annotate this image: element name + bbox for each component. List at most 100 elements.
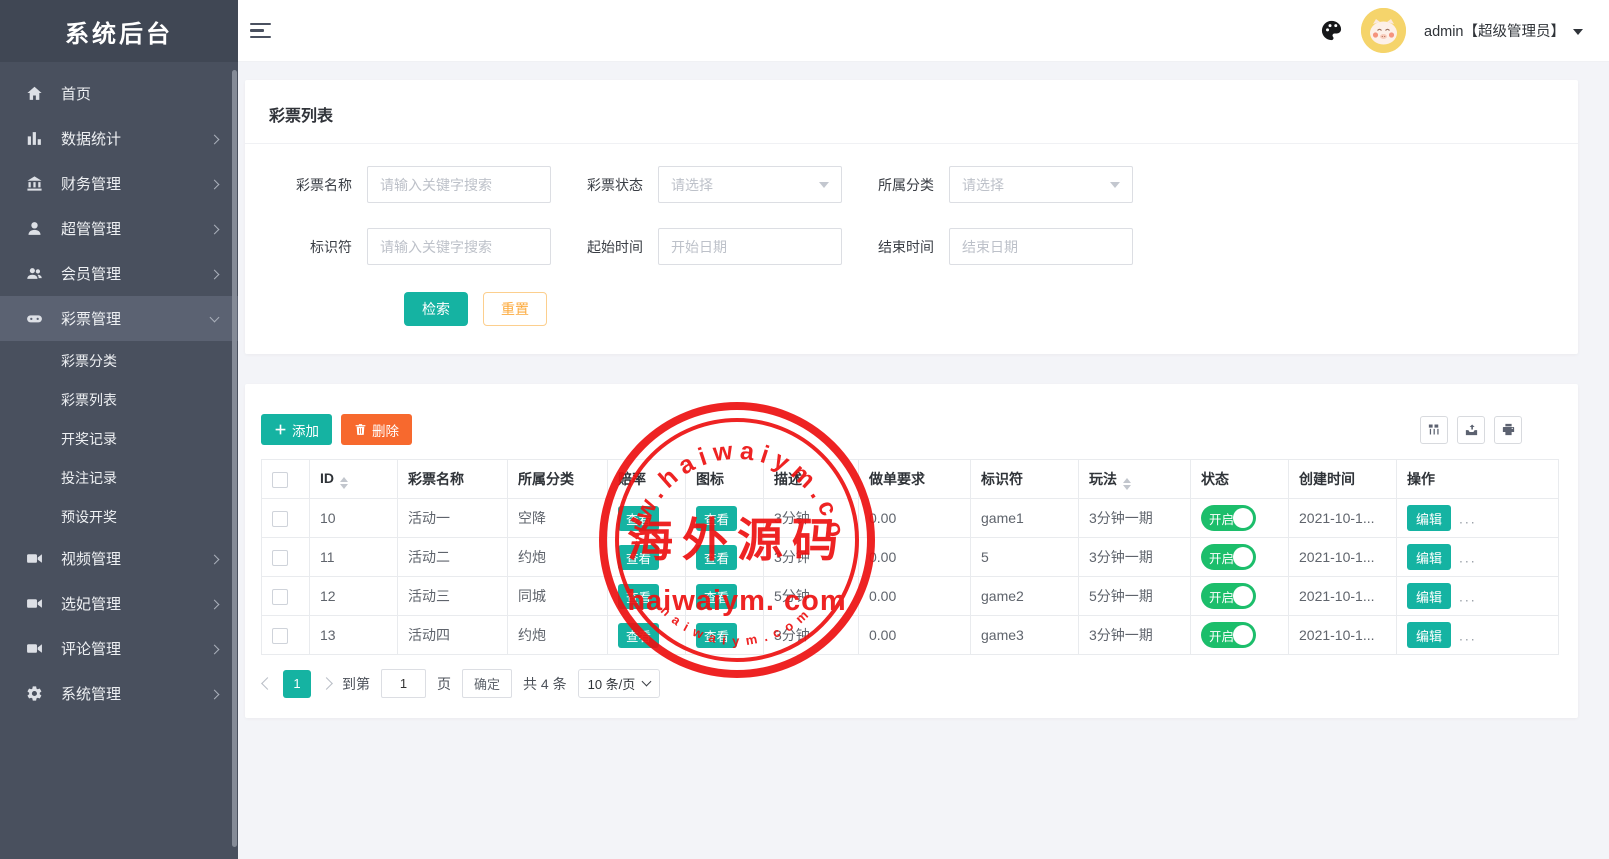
sidebar-item-lottery-list[interactable]: 彩票列表 bbox=[0, 380, 238, 419]
sidebar-item-preset-draw[interactable]: 预设开奖 bbox=[0, 497, 238, 536]
lottery-status-select[interactable]: 请选择 bbox=[658, 166, 842, 203]
video-camera-icon bbox=[24, 549, 44, 569]
user-avatar[interactable] bbox=[1361, 8, 1406, 53]
edit-button[interactable]: 编辑 bbox=[1407, 583, 1451, 609]
table-row: 11 活动二 约炮 查看 查看 3分钟 0.00 5 3分钟一期 开启 2021… bbox=[262, 538, 1559, 577]
page-number-button[interactable]: 1 bbox=[283, 670, 311, 698]
view-odds-button[interactable]: 查看 bbox=[618, 584, 659, 609]
jump-page-input[interactable] bbox=[381, 669, 426, 698]
sidebar-item-draw-records[interactable]: 开奖记录 bbox=[0, 419, 238, 458]
home-icon bbox=[24, 84, 44, 104]
col-requirement: 做单要求 bbox=[859, 460, 971, 499]
sort-icon bbox=[340, 477, 348, 489]
view-icon-button[interactable]: 查看 bbox=[696, 584, 737, 609]
theme-palette-button[interactable] bbox=[1320, 19, 1343, 42]
sidebar-item-finance[interactable]: 财务管理 bbox=[0, 161, 238, 206]
sidebar-item-members[interactable]: 会员管理 bbox=[0, 251, 238, 296]
table-card: 添加 删除 bbox=[245, 384, 1578, 718]
category-label: 所属分类 bbox=[864, 175, 934, 195]
col-identifier: 标识符 bbox=[971, 460, 1079, 499]
sidebar-item-bet-records[interactable]: 投注记录 bbox=[0, 458, 238, 497]
user-name: admin【超级管理员】 bbox=[1424, 20, 1565, 41]
col-id[interactable]: ID bbox=[310, 460, 398, 499]
select-all-checkbox[interactable] bbox=[272, 472, 288, 488]
prev-page-button[interactable] bbox=[261, 677, 274, 690]
chevron-right-icon bbox=[210, 224, 220, 234]
sidebar-scrollbar[interactable] bbox=[232, 70, 237, 847]
edit-button[interactable]: 编辑 bbox=[1407, 622, 1451, 648]
status-toggle[interactable]: 开启 bbox=[1201, 583, 1256, 609]
sidebar-item-lottery-category[interactable]: 彩票分类 bbox=[0, 341, 238, 380]
columns-icon bbox=[1427, 422, 1442, 437]
end-date-input[interactable] bbox=[949, 228, 1133, 265]
user-menu[interactable]: admin【超级管理员】 bbox=[1424, 20, 1583, 41]
search-button[interactable]: 检索 bbox=[404, 292, 468, 326]
table-header-row: ID 彩票名称 所属分类 赔率 图标 描述 做单要求 标识符 玩法 状态 创建时… bbox=[262, 460, 1559, 499]
view-icon-button[interactable]: 查看 bbox=[696, 623, 737, 648]
col-category: 所属分类 bbox=[508, 460, 608, 499]
reset-button[interactable]: 重置 bbox=[483, 292, 547, 326]
view-icon-button[interactable]: 查看 bbox=[696, 545, 737, 570]
video-camera-icon bbox=[24, 639, 44, 659]
next-page-button[interactable] bbox=[320, 677, 333, 690]
more-actions[interactable]: ... bbox=[1459, 511, 1477, 527]
status-toggle[interactable]: 开启 bbox=[1201, 505, 1256, 531]
sidebar-item-admins[interactable]: 超管管理 bbox=[0, 206, 238, 251]
sidebar-item-statistics[interactable]: 数据统计 bbox=[0, 116, 238, 161]
sidebar-item-concubine[interactable]: 选妃管理 bbox=[0, 581, 238, 626]
sidebar-item-video[interactable]: 视频管理 bbox=[0, 536, 238, 581]
delete-button[interactable]: 删除 bbox=[341, 414, 412, 445]
view-odds-button[interactable]: 查看 bbox=[618, 506, 659, 531]
row-checkbox[interactable] bbox=[272, 589, 288, 605]
select-caret-icon bbox=[819, 182, 829, 188]
sidebar-item-home[interactable]: 首页 bbox=[0, 71, 238, 116]
view-odds-button[interactable]: 查看 bbox=[618, 623, 659, 648]
more-actions[interactable]: ... bbox=[1459, 550, 1477, 566]
more-actions[interactable]: ... bbox=[1459, 589, 1477, 605]
category-select[interactable]: 请选择 bbox=[949, 166, 1133, 203]
edit-button[interactable]: 编辑 bbox=[1407, 505, 1451, 531]
status-toggle[interactable]: 开启 bbox=[1201, 544, 1256, 570]
row-checkbox[interactable] bbox=[272, 628, 288, 644]
identifier-input[interactable] bbox=[367, 228, 551, 265]
jump-confirm-button[interactable]: 确定 bbox=[462, 669, 512, 698]
row-checkbox[interactable] bbox=[272, 511, 288, 527]
print-button[interactable] bbox=[1494, 416, 1522, 444]
lottery-name-input[interactable] bbox=[367, 166, 551, 203]
lottery-submenu: 彩票分类 彩票列表 开奖记录 投注记录 预设开奖 bbox=[0, 341, 238, 536]
col-play[interactable]: 玩法 bbox=[1079, 460, 1191, 499]
chevron-right-icon bbox=[210, 689, 220, 699]
chevron-right-icon bbox=[210, 554, 220, 564]
edit-button[interactable]: 编辑 bbox=[1407, 544, 1451, 570]
chevron-right-icon bbox=[210, 599, 220, 609]
view-odds-button[interactable]: 查看 bbox=[618, 545, 659, 570]
col-actions: 操作 bbox=[1397, 460, 1559, 499]
users-icon bbox=[24, 264, 44, 284]
app-root: 系统后台 首页 数据统计 财务管理 bbox=[0, 0, 1609, 859]
lottery-name-label: 彩票名称 bbox=[282, 175, 352, 195]
sidebar-item-system[interactable]: 系统管理 bbox=[0, 671, 238, 716]
table-toolbar: 添加 删除 bbox=[261, 414, 1562, 445]
start-date-input[interactable] bbox=[658, 228, 842, 265]
export-button[interactable] bbox=[1457, 416, 1485, 444]
page-size-select[interactable]: 10 条/页 bbox=[578, 669, 661, 698]
sidebar-toggle-button[interactable] bbox=[250, 19, 274, 43]
app-logo: 系统后台 bbox=[0, 0, 238, 62]
view-icon-button[interactable]: 查看 bbox=[696, 506, 737, 531]
more-actions[interactable]: ... bbox=[1459, 628, 1477, 644]
status-toggle[interactable]: 开启 bbox=[1201, 622, 1256, 648]
gamepad-icon bbox=[24, 309, 44, 329]
sidebar-item-comments[interactable]: 评论管理 bbox=[0, 626, 238, 671]
col-odds: 赔率 bbox=[608, 460, 686, 499]
table-row: 10 活动一 空降 查看 查看 3分钟 0.00 game1 3分钟一期 开启 … bbox=[262, 499, 1559, 538]
table-row: 13 活动四 约炮 查看 查看 3分钟 0.00 game3 3分钟一期 开启 … bbox=[262, 616, 1559, 655]
bar-chart-icon bbox=[24, 129, 44, 149]
sidebar-item-lottery[interactable]: 彩票管理 bbox=[0, 296, 238, 341]
user-icon bbox=[24, 219, 44, 239]
identifier-label: 标识符 bbox=[282, 237, 352, 257]
toggle-columns-button[interactable] bbox=[1420, 416, 1448, 444]
row-checkbox[interactable] bbox=[272, 550, 288, 566]
add-button[interactable]: 添加 bbox=[261, 414, 332, 445]
printer-icon bbox=[1501, 422, 1516, 437]
filter-card: 彩票列表 彩票名称 彩票状态 请选择 bbox=[245, 80, 1578, 354]
